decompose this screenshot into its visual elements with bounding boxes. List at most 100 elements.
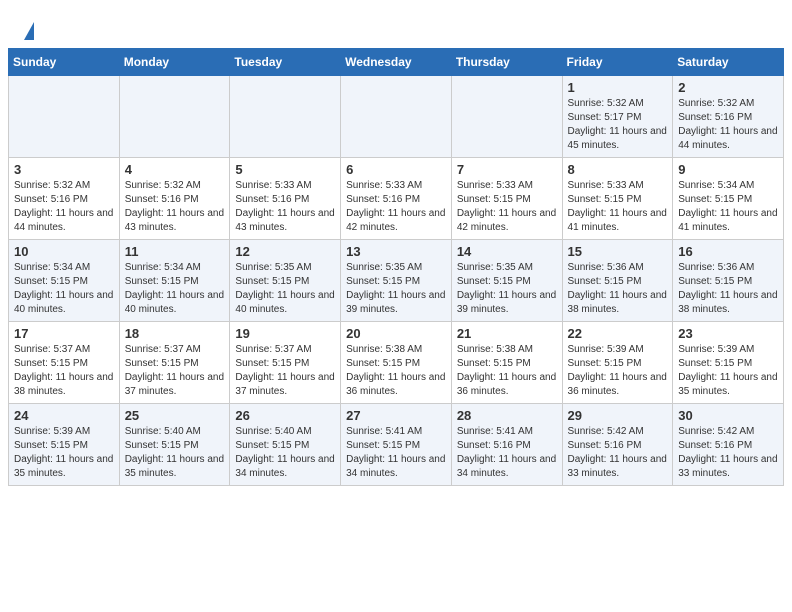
day-info: Sunrise: 5:40 AMSunset: 5:15 PMDaylight:… — [235, 425, 335, 481]
day-number: 21 — [457, 326, 557, 341]
calendar-cell: 6 Sunrise: 5:33 AMSunset: 5:16 PMDaylight… — [341, 158, 452, 240]
calendar-cell: 20 Sunrise: 5:38 AMSunset: 5:15 PMDayligh… — [341, 322, 452, 404]
day-number: 22 — [568, 326, 668, 341]
day-info: Sunrise: 5:36 AMSunset: 5:15 PMDaylight:… — [678, 261, 778, 317]
day-info: Sunrise: 5:42 AMSunset: 5:16 PMDaylight:… — [678, 425, 778, 481]
day-number: 9 — [678, 162, 778, 177]
day-number: 3 — [14, 162, 114, 177]
day-number: 1 — [568, 80, 668, 95]
calendar-cell: 17 Sunrise: 5:37 AMSunset: 5:15 PMDayligh… — [9, 322, 120, 404]
day-number: 29 — [568, 408, 668, 423]
day-info: Sunrise: 5:36 AMSunset: 5:15 PMDaylight:… — [568, 261, 668, 317]
weekday-header-wednesday: Wednesday — [341, 49, 452, 76]
day-info: Sunrise: 5:34 AMSunset: 5:15 PMDaylight:… — [14, 261, 114, 317]
day-number: 20 — [346, 326, 446, 341]
day-number: 14 — [457, 244, 557, 259]
day-info: Sunrise: 5:38 AMSunset: 5:15 PMDaylight:… — [457, 343, 557, 399]
day-info: Sunrise: 5:40 AMSunset: 5:15 PMDaylight:… — [125, 425, 225, 481]
day-info: Sunrise: 5:37 AMSunset: 5:15 PMDaylight:… — [235, 343, 335, 399]
weekday-header-friday: Friday — [562, 49, 673, 76]
day-info: Sunrise: 5:32 AMSunset: 5:16 PMDaylight:… — [14, 179, 114, 235]
day-number: 30 — [678, 408, 778, 423]
weekday-header-saturday: Saturday — [673, 49, 784, 76]
calendar-cell: 21 Sunrise: 5:38 AMSunset: 5:15 PMDayligh… — [451, 322, 562, 404]
day-info: Sunrise: 5:37 AMSunset: 5:15 PMDaylight:… — [14, 343, 114, 399]
day-number: 27 — [346, 408, 446, 423]
calendar-body: 1 Sunrise: 5:32 AMSunset: 5:17 PMDaylight… — [9, 76, 784, 486]
calendar-cell — [230, 76, 341, 158]
calendar-cell — [9, 76, 120, 158]
day-info: Sunrise: 5:39 AMSunset: 5:15 PMDaylight:… — [678, 343, 778, 399]
calendar-cell: 27 Sunrise: 5:41 AMSunset: 5:15 PMDayligh… — [341, 404, 452, 486]
calendar-table: SundayMondayTuesdayWednesdayThursdayFrid… — [8, 48, 784, 486]
day-info: Sunrise: 5:38 AMSunset: 5:15 PMDaylight:… — [346, 343, 446, 399]
day-info: Sunrise: 5:39 AMSunset: 5:15 PMDaylight:… — [14, 425, 114, 481]
calendar-cell: 24 Sunrise: 5:39 AMSunset: 5:15 PMDayligh… — [9, 404, 120, 486]
weekday-header-thursday: Thursday — [451, 49, 562, 76]
calendar-cell: 1 Sunrise: 5:32 AMSunset: 5:17 PMDaylight… — [562, 76, 673, 158]
calendar-cell — [119, 76, 230, 158]
day-number: 23 — [678, 326, 778, 341]
calendar-cell — [341, 76, 452, 158]
calendar-week-5: 24 Sunrise: 5:39 AMSunset: 5:15 PMDayligh… — [9, 404, 784, 486]
calendar-cell: 7Sunrise: 5:33 AMSunset: 5:15 PMDaylight… — [451, 158, 562, 240]
weekday-header-tuesday: Tuesday — [230, 49, 341, 76]
calendar-cell: 12Sunrise: 5:35 AMSunset: 5:15 PMDayligh… — [230, 240, 341, 322]
day-number: 18 — [125, 326, 225, 341]
calendar-cell: 10 Sunrise: 5:34 AMSunset: 5:15 PMDayligh… — [9, 240, 120, 322]
day-info: Sunrise: 5:32 AMSunset: 5:16 PMDaylight:… — [125, 179, 225, 235]
day-number: 17 — [14, 326, 114, 341]
calendar-cell: 14Sunrise: 5:35 AMSunset: 5:15 PMDayligh… — [451, 240, 562, 322]
day-number: 4 — [125, 162, 225, 177]
calendar-cell: 2 Sunrise: 5:32 AMSunset: 5:16 PMDaylight… — [673, 76, 784, 158]
day-info: Sunrise: 5:33 AMSunset: 5:16 PMDaylight:… — [235, 179, 335, 235]
day-number: 19 — [235, 326, 335, 341]
calendar-cell: 26 Sunrise: 5:40 AMSunset: 5:15 PMDayligh… — [230, 404, 341, 486]
day-info: Sunrise: 5:42 AMSunset: 5:16 PMDaylight:… — [568, 425, 668, 481]
page-header — [0, 0, 792, 48]
calendar-cell: 5 Sunrise: 5:33 AMSunset: 5:16 PMDaylight… — [230, 158, 341, 240]
calendar-cell: 11Sunrise: 5:34 AMSunset: 5:15 PMDayligh… — [119, 240, 230, 322]
calendar-cell: 29 Sunrise: 5:42 AMSunset: 5:16 PMDayligh… — [562, 404, 673, 486]
calendar-cell: 8Sunrise: 5:33 AMSunset: 5:15 PMDaylight… — [562, 158, 673, 240]
calendar-cell: 22Sunrise: 5:39 AMSunset: 5:15 PMDayligh… — [562, 322, 673, 404]
logo — [20, 18, 34, 40]
day-info: Sunrise: 5:35 AMSunset: 5:15 PMDaylight:… — [346, 261, 446, 317]
day-number: 25 — [125, 408, 225, 423]
day-info: Sunrise: 5:41 AMSunset: 5:16 PMDaylight:… — [457, 425, 557, 481]
day-number: 26 — [235, 408, 335, 423]
day-number: 28 — [457, 408, 557, 423]
calendar-cell: 28 Sunrise: 5:41 AMSunset: 5:16 PMDayligh… — [451, 404, 562, 486]
day-number: 12 — [235, 244, 335, 259]
calendar-cell: 19 Sunrise: 5:37 AMSunset: 5:15 PMDayligh… — [230, 322, 341, 404]
day-info: Sunrise: 5:33 AMSunset: 5:15 PMDaylight:… — [568, 179, 668, 235]
calendar-cell: 30 Sunrise: 5:42 AMSunset: 5:16 PMDayligh… — [673, 404, 784, 486]
day-number: 24 — [14, 408, 114, 423]
calendar-cell: 25 Sunrise: 5:40 AMSunset: 5:15 PMDayligh… — [119, 404, 230, 486]
calendar-week-4: 17 Sunrise: 5:37 AMSunset: 5:15 PMDayligh… — [9, 322, 784, 404]
calendar-week-2: 3 Sunrise: 5:32 AMSunset: 5:16 PMDaylight… — [9, 158, 784, 240]
day-number: 10 — [14, 244, 114, 259]
logo-triangle-icon — [24, 22, 34, 40]
calendar-cell: 23 Sunrise: 5:39 AMSunset: 5:15 PMDayligh… — [673, 322, 784, 404]
calendar-cell: 15Sunrise: 5:36 AMSunset: 5:15 PMDayligh… — [562, 240, 673, 322]
calendar-cell: 18Sunrise: 5:37 AMSunset: 5:15 PMDayligh… — [119, 322, 230, 404]
calendar-cell — [451, 76, 562, 158]
day-info: Sunrise: 5:32 AMSunset: 5:16 PMDaylight:… — [678, 97, 778, 153]
day-number: 2 — [678, 80, 778, 95]
day-info: Sunrise: 5:33 AMSunset: 5:16 PMDaylight:… — [346, 179, 446, 235]
day-info: Sunrise: 5:32 AMSunset: 5:17 PMDaylight:… — [568, 97, 668, 153]
calendar-week-3: 10 Sunrise: 5:34 AMSunset: 5:15 PMDayligh… — [9, 240, 784, 322]
calendar-header: SundayMondayTuesdayWednesdayThursdayFrid… — [9, 49, 784, 76]
day-number: 6 — [346, 162, 446, 177]
day-number: 5 — [235, 162, 335, 177]
calendar-cell: 13 Sunrise: 5:35 AMSunset: 5:15 PMDayligh… — [341, 240, 452, 322]
day-info: Sunrise: 5:33 AMSunset: 5:15 PMDaylight:… — [457, 179, 557, 235]
calendar-cell: 3 Sunrise: 5:32 AMSunset: 5:16 PMDaylight… — [9, 158, 120, 240]
calendar-cell: 4 Sunrise: 5:32 AMSunset: 5:16 PMDaylight… — [119, 158, 230, 240]
day-info: Sunrise: 5:41 AMSunset: 5:15 PMDaylight:… — [346, 425, 446, 481]
weekday-header-monday: Monday — [119, 49, 230, 76]
day-number: 13 — [346, 244, 446, 259]
weekday-header-row: SundayMondayTuesdayWednesdayThursdayFrid… — [9, 49, 784, 76]
calendar-cell: 16Sunrise: 5:36 AMSunset: 5:15 PMDayligh… — [673, 240, 784, 322]
